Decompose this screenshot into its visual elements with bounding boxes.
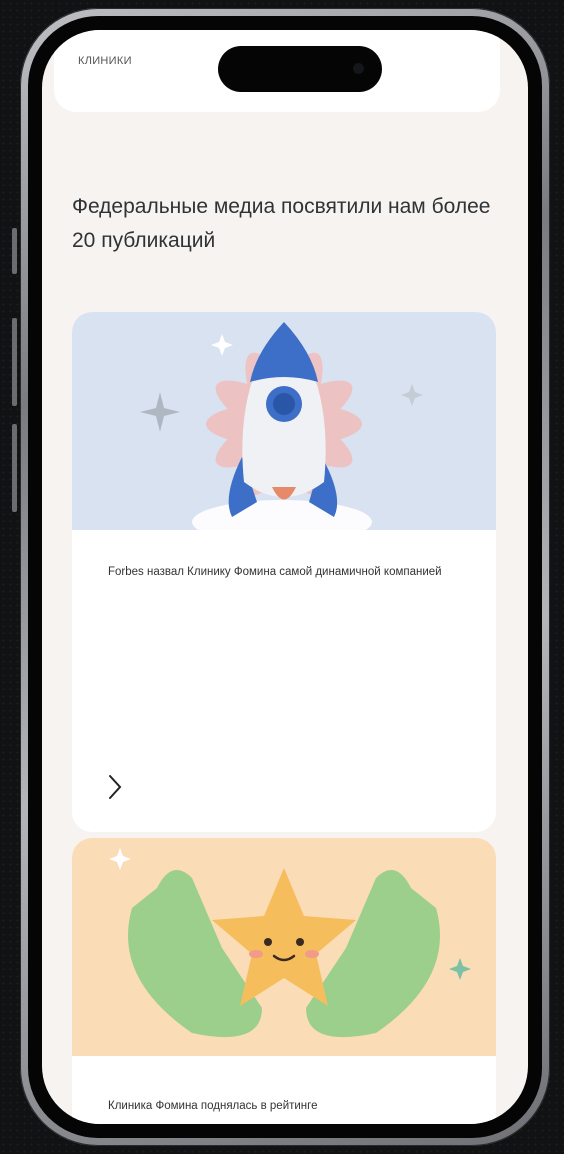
action-button — [12, 228, 17, 274]
star-in-hands-illustration — [72, 838, 496, 1056]
phone-bezel: КЛИНИКИ Федеральные медиа посвятили нам … — [28, 16, 542, 1138]
article-title: Forbes назвал Клинику Фомина самой динам… — [108, 566, 442, 578]
chevron-right-icon[interactable] — [106, 772, 126, 802]
volume-up-button — [12, 318, 17, 406]
article-card[interactable]: Клиника Фомина поднялась в рейтинге — [72, 838, 496, 1124]
phone-screen: КЛИНИКИ Федеральные медиа посвятили нам … — [42, 30, 528, 1124]
camera-icon — [353, 63, 364, 74]
rocket-illustration — [72, 312, 496, 544]
section-heading: Федеральные медиа посвятили нам более 20… — [72, 195, 491, 252]
volume-down-button — [12, 424, 17, 512]
article-title: Клиника Фомина поднялась в рейтинге — [108, 1100, 318, 1112]
dynamic-island — [218, 46, 382, 92]
top-card-label: КЛИНИКИ — [78, 55, 132, 67]
article-card[interactable]: Forbes назвал Клинику Фомина самой динам… — [72, 312, 496, 832]
phone-frame: КЛИНИКИ Федеральные медиа посвятили нам … — [20, 8, 550, 1146]
